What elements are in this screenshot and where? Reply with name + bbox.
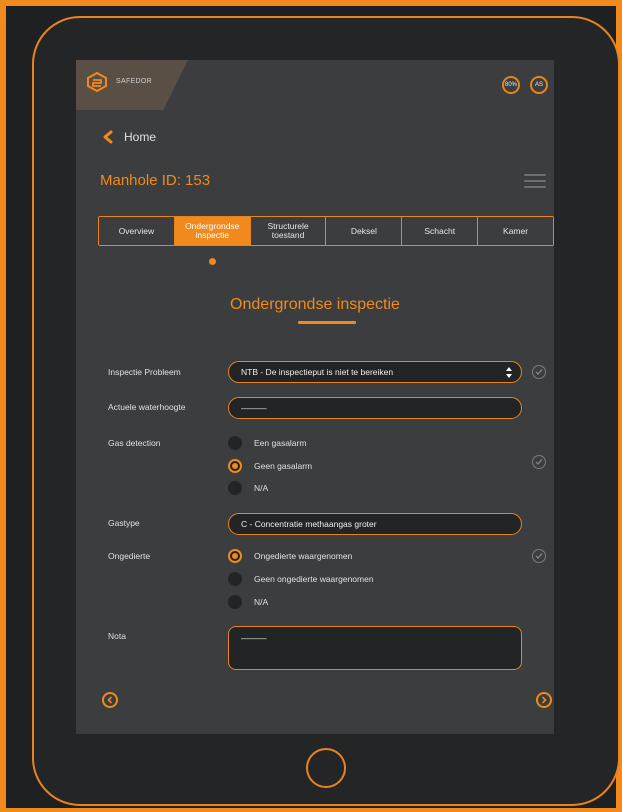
tab-deksel[interactable]: Deksel [326, 217, 403, 245]
chevron-right-icon [542, 696, 547, 704]
inspectie-probleem-label: Inspectie Probleem [108, 367, 181, 377]
logo-text: SAFEDOR [116, 78, 152, 85]
gastype-label: Gastype [108, 518, 140, 528]
tab-structurele-toestand[interactable]: Structurele toestand [250, 217, 327, 245]
next-page-button[interactable] [536, 692, 552, 708]
progress-badge[interactable]: 80% [502, 76, 520, 94]
check-circle-icon [532, 365, 546, 379]
ongedierte-option-geen[interactable]: Geen ongedierte waargenomen [228, 572, 374, 586]
radio-label: Een gasalarm [254, 438, 307, 448]
radio-button[interactable] [228, 436, 242, 450]
waterhoogte-input[interactable]: ——— [228, 397, 522, 419]
ongedierte-option-na[interactable]: N/A [228, 595, 268, 609]
waterhoogte-label: Actuele waterhoogte [108, 402, 186, 412]
radio-button-selected[interactable] [228, 549, 242, 563]
section-title: Ondergrondse inspectie [230, 296, 400, 313]
gas-option-na[interactable]: N/A [228, 481, 268, 495]
gas-detection-label: Gas detection [108, 438, 161, 448]
radio-button[interactable] [228, 595, 242, 609]
inspectie-probleem-select[interactable]: NTB - De inspectieput is niet te bereike… [228, 361, 522, 383]
radio-label: Ongedierte waargenomen [254, 551, 353, 561]
select-arrows-icon [504, 367, 513, 378]
tab-ondergrondse-inspectie[interactable]: Ondergrondse inspectie [174, 217, 251, 245]
tab-overview[interactable]: Overview [99, 217, 175, 245]
home-button[interactable] [306, 748, 346, 788]
radio-button[interactable] [228, 572, 242, 586]
tab-bar: Overview Ondergrondse inspectie Structur… [98, 216, 554, 246]
gastype-select[interactable]: C - Concentratie methaangas groter [228, 513, 522, 535]
inspectie-probleem-value: NTB - De inspectieput is niet te bereike… [241, 367, 394, 377]
gas-option-geen-gasalarm[interactable]: Geen gasalarm [228, 459, 312, 473]
ongedierte-option-waargenomen[interactable]: Ongedierte waargenomen [228, 549, 352, 563]
active-tab-indicator [209, 258, 216, 265]
chevron-left-icon [107, 696, 112, 704]
chevron-left-icon [103, 130, 113, 144]
radio-button-selected[interactable] [228, 459, 242, 473]
page-title: Manhole ID: 153 [100, 172, 211, 189]
hamburger-icon[interactable] [524, 174, 546, 188]
radio-label: Geen gasalarm [254, 461, 313, 471]
logo-icon [87, 71, 107, 93]
back-label: Home [124, 130, 157, 144]
radio-label: N/A [254, 483, 269, 493]
radio-button[interactable] [228, 481, 242, 495]
gas-option-een-gasalarm[interactable]: Een gasalarm [228, 436, 306, 450]
previous-page-button[interactable] [102, 692, 118, 708]
radio-label: N/A [254, 597, 269, 607]
gastype-value: C - Concentratie methaangas groter [241, 519, 377, 529]
tab-kamer[interactable]: Kamer [478, 217, 553, 245]
nota-label: Nota [108, 631, 126, 641]
section-underline [298, 321, 356, 324]
user-avatar[interactable]: AS [530, 76, 548, 94]
check-circle-icon [532, 549, 546, 563]
radio-label: Geen ongedierte waargenomen [254, 574, 374, 584]
back-link[interactable]: Home [102, 130, 156, 144]
app-screen: SAFEDOR 80% AS Home Manhole ID: 153 Over… [76, 60, 554, 734]
waterhoogte-value: ——— [241, 403, 267, 413]
tab-schacht[interactable]: Schacht [402, 217, 479, 245]
nota-value: ——— [241, 633, 267, 643]
ongedierte-label: Ongedierte [108, 551, 151, 561]
nota-textarea[interactable]: ——— [228, 626, 522, 670]
check-circle-icon [532, 455, 546, 469]
